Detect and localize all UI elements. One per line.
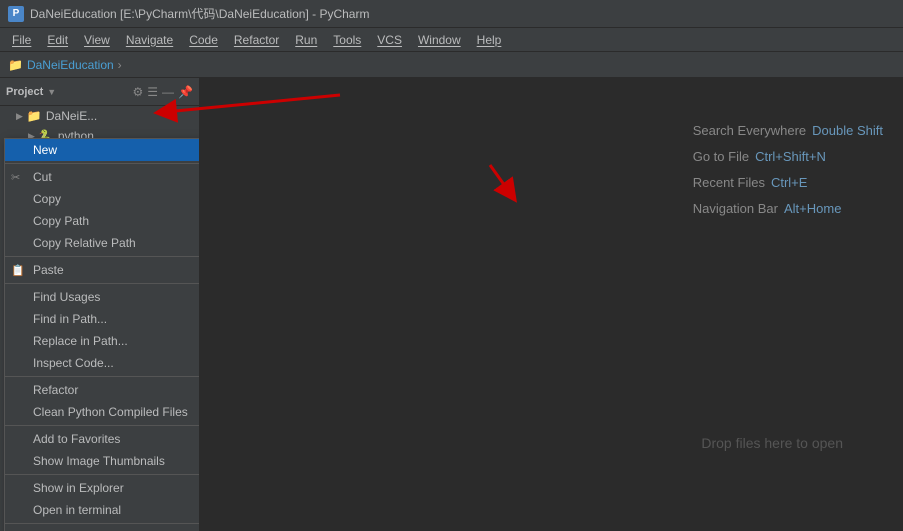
ctx-refactor[interactable]: Refactor: [5, 379, 200, 401]
ctx-local-history[interactable]: Local History: [5, 526, 200, 531]
menu-file[interactable]: File: [4, 31, 39, 49]
main-area: Project ▼ ⚙ ☰ — 📌 ▶ 📁 DaNeiE... ▶ 🐍 pyth…: [0, 78, 903, 531]
ctx-explorer-label: Show in Explorer: [33, 481, 124, 495]
ctx-new[interactable]: New 📄 File 📝 New Scratch File Ctrl+Alt+S…: [5, 139, 200, 161]
menu-refactor[interactable]: Refactor: [226, 31, 287, 49]
ctx-inspect-code[interactable]: Inspect Code...: [5, 352, 200, 374]
title-text: DaNeiEducation [E:\PyCharm\代码\DaNeiEduca…: [30, 5, 369, 22]
tree-label: DaNeiE...: [46, 109, 97, 123]
drop-hint: Drop files here to open: [701, 435, 843, 451]
nav-bar-label: Navigation Bar: [693, 196, 778, 222]
menu-vcs[interactable]: VCS: [369, 31, 410, 49]
ctx-refactor-label: Refactor: [33, 383, 78, 397]
separator-3: [5, 283, 200, 284]
search-hints: Search Everywhere Double Shift Go to Fil…: [693, 118, 883, 222]
hint-recent: Recent Files Ctrl+E: [693, 170, 883, 196]
menu-navigate[interactable]: Navigate: [118, 31, 181, 49]
context-menu: New 📄 File 📝 New Scratch File Ctrl+Alt+S…: [4, 138, 200, 531]
separator-7: [5, 523, 200, 524]
ctx-copy-path[interactable]: Copy Path Ctrl+Shift+C: [5, 210, 200, 232]
ctx-find-path[interactable]: Find in Path... Ctrl+Shift+F: [5, 308, 200, 330]
nav-bar-key: Alt+Home: [784, 196, 841, 222]
search-everywhere-label: Search Everywhere: [693, 118, 806, 144]
ctx-copy-path-label: Copy Path: [33, 214, 89, 228]
menu-bar: File Edit View Navigate Code Refactor Ru…: [0, 28, 903, 52]
ctx-find-usages[interactable]: Find Usages Alt+F7: [5, 286, 200, 308]
recent-files-label: Recent Files: [693, 170, 765, 196]
ctx-terminal-label: Open in terminal: [33, 503, 121, 517]
paste-icon: 📋: [11, 264, 25, 277]
menu-code[interactable]: Code: [181, 31, 226, 49]
ctx-thumb-label: Show Image Thumbnails: [33, 454, 165, 468]
breadcrumb: 📁 DaNeiEducation ›: [0, 52, 903, 78]
ctx-replace-path[interactable]: Replace in Path... Ctrl+Shift+R: [5, 330, 200, 352]
ctx-fav-label: Add to Favorites: [33, 432, 120, 446]
tree-arrow: ▶: [16, 111, 23, 122]
editor-area: Search Everywhere Double Shift Go to Fil…: [200, 78, 903, 531]
menu-window[interactable]: Window: [410, 31, 469, 49]
panel-icons: ⚙ ☰ — 📌: [133, 85, 193, 99]
menu-help[interactable]: Help: [469, 31, 510, 49]
layout-icon[interactable]: ☰: [147, 85, 158, 99]
recent-files-key: Ctrl+E: [771, 170, 807, 196]
separator-1: [5, 163, 200, 164]
ctx-copy-relative[interactable]: Copy Relative Path Ctrl+Alt+Shift+C: [5, 232, 200, 254]
ctx-open-terminal[interactable]: Open in terminal: [5, 499, 200, 521]
separator-6: [5, 474, 200, 475]
ctx-add-favorites[interactable]: Add to Favorites: [5, 428, 200, 450]
menu-view[interactable]: View: [76, 31, 118, 49]
menu-run[interactable]: Run: [287, 31, 325, 49]
ctx-show-thumbnails[interactable]: Show Image Thumbnails Ctrl+Shift+T: [5, 450, 200, 472]
ctx-clean-label: Clean Python Compiled Files: [33, 405, 188, 419]
ctx-replace-path-label: Replace in Path...: [33, 334, 128, 348]
ctx-paste[interactable]: 📋 Paste Ctrl+V: [5, 259, 200, 281]
ctx-copy-rel-label: Copy Relative Path: [33, 236, 136, 250]
title-bar: P DaNeiEducation [E:\PyCharm\代码\DaNeiEdu…: [0, 0, 903, 28]
separator-4: [5, 376, 200, 377]
pin-icon[interactable]: 📌: [178, 85, 193, 99]
goto-file-key: Ctrl+Shift+N: [755, 144, 826, 170]
ctx-copy[interactable]: Copy Ctrl+C: [5, 188, 200, 210]
hint-goto: Go to File Ctrl+Shift+N: [693, 144, 883, 170]
ctx-paste-label: Paste: [33, 263, 64, 277]
ctx-copy-label: Copy: [33, 192, 61, 206]
breadcrumb-text[interactable]: DaNeiEducation: [27, 58, 114, 72]
folder-icon: 📁: [27, 109, 42, 123]
separator-2: [5, 256, 200, 257]
ctx-cut-label: Cut: [33, 170, 52, 184]
ctx-find-path-label: Find in Path...: [33, 312, 107, 326]
hint-navbar: Navigation Bar Alt+Home: [693, 196, 883, 222]
ctx-clean-python[interactable]: Clean Python Compiled Files: [5, 401, 200, 423]
menu-edit[interactable]: Edit: [39, 31, 76, 49]
app-icon: P: [8, 6, 24, 22]
ctx-new-label: New: [33, 143, 57, 157]
collapse-icon[interactable]: —: [162, 85, 174, 99]
project-panel: Project ▼ ⚙ ☰ — 📌 ▶ 📁 DaNeiE... ▶ 🐍 pyth…: [0, 78, 200, 531]
panel-header: Project ▼ ⚙ ☰ — 📌: [0, 78, 199, 106]
search-everywhere-key: Double Shift: [812, 118, 883, 144]
drop-hint-text: Drop files here to open: [701, 435, 843, 451]
folder-icon: 📁: [8, 58, 23, 72]
gear-icon[interactable]: ⚙: [133, 85, 144, 99]
ctx-inspect-label: Inspect Code...: [33, 356, 114, 370]
ctx-cut[interactable]: ✂ Cut Ctrl+X: [5, 166, 200, 188]
separator-5: [5, 425, 200, 426]
panel-title: Project: [6, 86, 43, 98]
ctx-show-explorer[interactable]: Show in Explorer: [5, 477, 200, 499]
hint-search: Search Everywhere Double Shift: [693, 118, 883, 144]
panel-dropdown-icon[interactable]: ▼: [47, 87, 56, 97]
menu-tools[interactable]: Tools: [325, 31, 369, 49]
breadcrumb-arrow: ›: [118, 58, 122, 72]
cut-icon: ✂: [11, 171, 20, 184]
tree-item-danei[interactable]: ▶ 📁 DaNeiE...: [0, 106, 199, 126]
ctx-find-usages-label: Find Usages: [33, 290, 100, 304]
goto-file-label: Go to File: [693, 144, 749, 170]
